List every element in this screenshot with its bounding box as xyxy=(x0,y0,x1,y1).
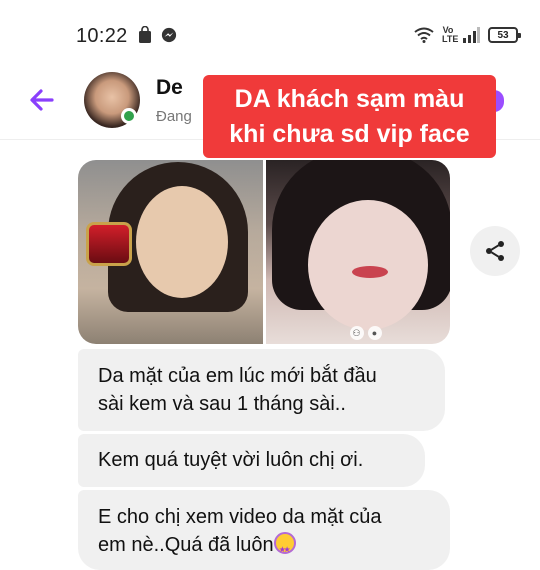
photo-after[interactable]: ⚇ ● xyxy=(265,160,450,344)
message-text: Da mặt của em lúc mới bắt đầu xyxy=(98,365,377,387)
network-type-label: Vo LTE xyxy=(442,25,459,44)
person-badge-icon: ● xyxy=(367,326,382,340)
cream-jar-image xyxy=(86,222,132,266)
contact-status: Đang xyxy=(156,108,192,125)
back-arrow-icon[interactable] xyxy=(26,84,58,116)
overlay-caption: DA khách sạm màu khi chưa sd vip face xyxy=(203,75,496,158)
photo-attachment[interactable]: ⚇ ● xyxy=(78,160,450,344)
photo-before[interactable] xyxy=(78,160,263,344)
message-bubble[interactable]: Kem quá tuyệt vời luôn chị ơi. xyxy=(78,434,425,487)
battery-icon: 53 xyxy=(488,27,521,43)
status-time: 10:22 xyxy=(76,25,128,47)
wifi-icon xyxy=(414,27,434,43)
status-bar: 10:22 Vo LTE 53 xyxy=(0,0,540,62)
people-badge-icon: ⚇ xyxy=(349,326,364,340)
message-text: E cho chị xem video da mặt của xyxy=(98,506,382,528)
message-bubble[interactable]: Da mặt của em lúc mới bắt đầu sài kem và… xyxy=(78,349,445,431)
message-bubble[interactable]: E cho chị xem video da mặt của em nè..Qu… xyxy=(78,490,450,570)
contact-name[interactable]: De xyxy=(156,76,183,100)
online-status-dot xyxy=(121,108,137,124)
caption-line-2: khi chưa sd vip face xyxy=(229,120,470,148)
share-button[interactable] xyxy=(470,226,520,276)
star-struck-emoji-icon xyxy=(273,532,296,564)
photo-face xyxy=(136,186,228,298)
bag-icon xyxy=(139,26,151,43)
messenger-icon xyxy=(161,27,177,43)
message-text: em nè..Quá đã luôn xyxy=(98,534,274,556)
caption-line-1: DA khách sạm màu xyxy=(234,85,465,113)
signal-icon xyxy=(463,27,480,43)
message-text: sài kem và sau 1 tháng sài.. xyxy=(98,393,346,415)
message-line: em nè..Quá đã luôn xyxy=(98,531,430,564)
share-icon xyxy=(486,241,504,261)
status-right-group: Vo LTE 53 xyxy=(414,24,521,46)
message-text: Kem quá tuyệt vời luôn chị ơi. xyxy=(98,449,364,471)
photo-face xyxy=(307,200,428,330)
photo-lips xyxy=(351,266,388,278)
